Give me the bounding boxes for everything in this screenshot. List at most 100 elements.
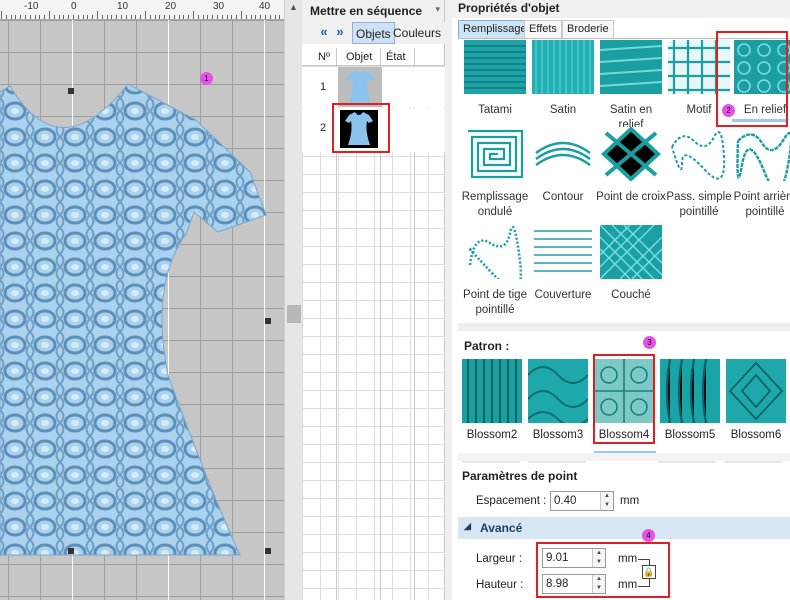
ruler-tick xyxy=(29,15,31,19)
spin-arrows-icon[interactable]: ▲ ▼ xyxy=(600,492,613,510)
fill-satin[interactable]: Satin xyxy=(528,40,598,118)
advanced-section-header[interactable]: ◢ Avancé xyxy=(458,517,790,539)
tab-colors[interactable]: Couleurs xyxy=(390,22,444,44)
move-first-icon[interactable]: « xyxy=(316,23,332,41)
fill-label: Contour xyxy=(542,191,584,203)
fill-stipple-run[interactable]: Pass. simple pointillé xyxy=(664,127,734,220)
fill-contour[interactable]: Contour xyxy=(528,127,598,205)
selection-handle[interactable] xyxy=(68,88,74,94)
col-state: État xyxy=(386,51,406,63)
highlight-box xyxy=(536,542,670,598)
step-marker: 4 xyxy=(642,529,655,542)
ruler-tick xyxy=(63,15,65,19)
ruler-tick xyxy=(145,11,146,19)
fill-stipple-stem[interactable]: Point de tige pointillé xyxy=(460,225,530,318)
fill-label: Point arrière pointillé xyxy=(733,191,790,218)
scroll-up-icon[interactable]: ▲ xyxy=(289,2,298,12)
spacing-label: Espacement : xyxy=(476,495,547,507)
tab-fill[interactable]: Remplissage xyxy=(458,20,532,38)
section-divider xyxy=(458,453,790,461)
tatami-swatch-icon xyxy=(464,40,526,94)
ruler-label: 30 xyxy=(213,1,225,12)
ruler-tick xyxy=(34,15,36,19)
blossom5-swatch-icon xyxy=(660,358,720,424)
ruler-tick xyxy=(188,15,190,19)
fill-label: Couverture xyxy=(534,289,592,301)
object-thumbnail[interactable] xyxy=(338,67,382,107)
tab-effects[interactable]: Effets xyxy=(524,20,562,38)
stipple-backstitch-swatch-icon xyxy=(734,127,790,191)
ruler-tick xyxy=(135,15,137,19)
pattern-label: Blossom3 xyxy=(532,429,584,441)
fill-wave[interactable]: Remplissage ondulé xyxy=(460,127,530,220)
stipple-stem-swatch-icon xyxy=(464,225,526,290)
fill-label: Remplissage ondulé xyxy=(461,191,529,218)
ruler-tick xyxy=(1,11,2,19)
move-last-icon[interactable]: » xyxy=(332,23,348,41)
selection-handle[interactable] xyxy=(265,548,271,554)
ruler-tick xyxy=(111,15,113,19)
fill-label: Point de croix xyxy=(596,191,666,203)
fill-cross-stitch[interactable]: Point de croix xyxy=(596,126,666,205)
fill-stipple-backstitch[interactable]: Point arrière pointillé xyxy=(730,127,790,220)
highlight-box xyxy=(593,354,655,444)
couching-swatch-icon xyxy=(599,224,663,280)
sequence-row[interactable]: 1 xyxy=(302,67,445,107)
ruler-tick xyxy=(231,15,233,19)
ruler-tick xyxy=(207,15,209,19)
ruler-tick xyxy=(68,15,70,19)
pattern-label: Blossom5 xyxy=(664,429,716,441)
fill-label: Satin xyxy=(549,104,577,116)
pattern-blossom2[interactable]: Blossom2 xyxy=(460,359,524,441)
ruler-tick xyxy=(10,15,12,19)
pattern-blossom6[interactable]: Blossom6 xyxy=(724,359,788,441)
selection-handle[interactable] xyxy=(68,548,74,554)
col-object: Objet xyxy=(346,51,373,63)
ruler-tick xyxy=(25,15,26,19)
scrollbar-thumb[interactable] xyxy=(287,305,301,323)
ruler-tick xyxy=(169,15,170,19)
fill-label: Tatami xyxy=(478,104,512,116)
cross-stitch-swatch-icon xyxy=(600,126,662,182)
sequence-panel-title: Mettre en séquence xyxy=(302,0,444,22)
ruler-tick xyxy=(140,15,142,19)
fill-blanket[interactable]: Couverture xyxy=(528,225,598,303)
ruler-tick xyxy=(130,15,132,19)
spacing-spinbox[interactable]: 0.40 ▲ ▼ xyxy=(550,491,614,511)
ruler-tick xyxy=(193,11,194,19)
canvas-vertical-scrollbar[interactable]: ▲ xyxy=(284,0,302,600)
fill-label: Point de tige pointillé xyxy=(463,289,527,316)
highlight-box xyxy=(332,103,390,153)
advanced-label: Avancé xyxy=(480,521,523,535)
dress-design-object[interactable] xyxy=(0,20,284,600)
selection-handle[interactable] xyxy=(265,318,271,324)
blossom6-swatch-icon xyxy=(726,359,786,423)
contour-swatch-icon xyxy=(532,127,594,181)
raised-satin-swatch-icon xyxy=(599,40,663,94)
row-number: 1 xyxy=(320,81,327,93)
panel-menu-icon[interactable]: ▾ xyxy=(435,4,440,15)
height-label: Hauteur : xyxy=(476,579,524,591)
pattern-blossom3[interactable]: Blossom3 xyxy=(526,359,590,441)
ruler-tick xyxy=(250,15,252,19)
ruler-tick xyxy=(226,15,228,19)
ruler-tick xyxy=(44,15,46,19)
ruler-tick xyxy=(197,15,199,19)
fill-couching[interactable]: Couché xyxy=(596,224,666,303)
ruler-tick xyxy=(5,15,7,19)
design-canvas[interactable]: -10 0 10 20 30 40 1 xyxy=(0,0,284,600)
pattern-section-label: Patron : xyxy=(464,339,510,353)
tab-objects[interactable]: Objets xyxy=(352,22,395,44)
fill-tatami[interactable]: Tatami xyxy=(460,40,530,118)
pattern-blossom5[interactable]: Blossom5 xyxy=(658,358,722,441)
satin-swatch-icon xyxy=(532,40,594,94)
pattern-label: Blossom2 xyxy=(466,429,518,441)
ruler-tick xyxy=(77,15,79,19)
ruler-tick xyxy=(236,15,238,19)
ruler-tick xyxy=(178,15,180,19)
ruler-tick xyxy=(49,11,50,19)
collapse-triangle-icon[interactable]: ◢ xyxy=(464,521,471,532)
tab-embroidery[interactable]: Broderie xyxy=(562,20,614,38)
dress-icon xyxy=(346,70,374,104)
fill-raised-satin[interactable]: Satin en relief xyxy=(596,40,666,133)
